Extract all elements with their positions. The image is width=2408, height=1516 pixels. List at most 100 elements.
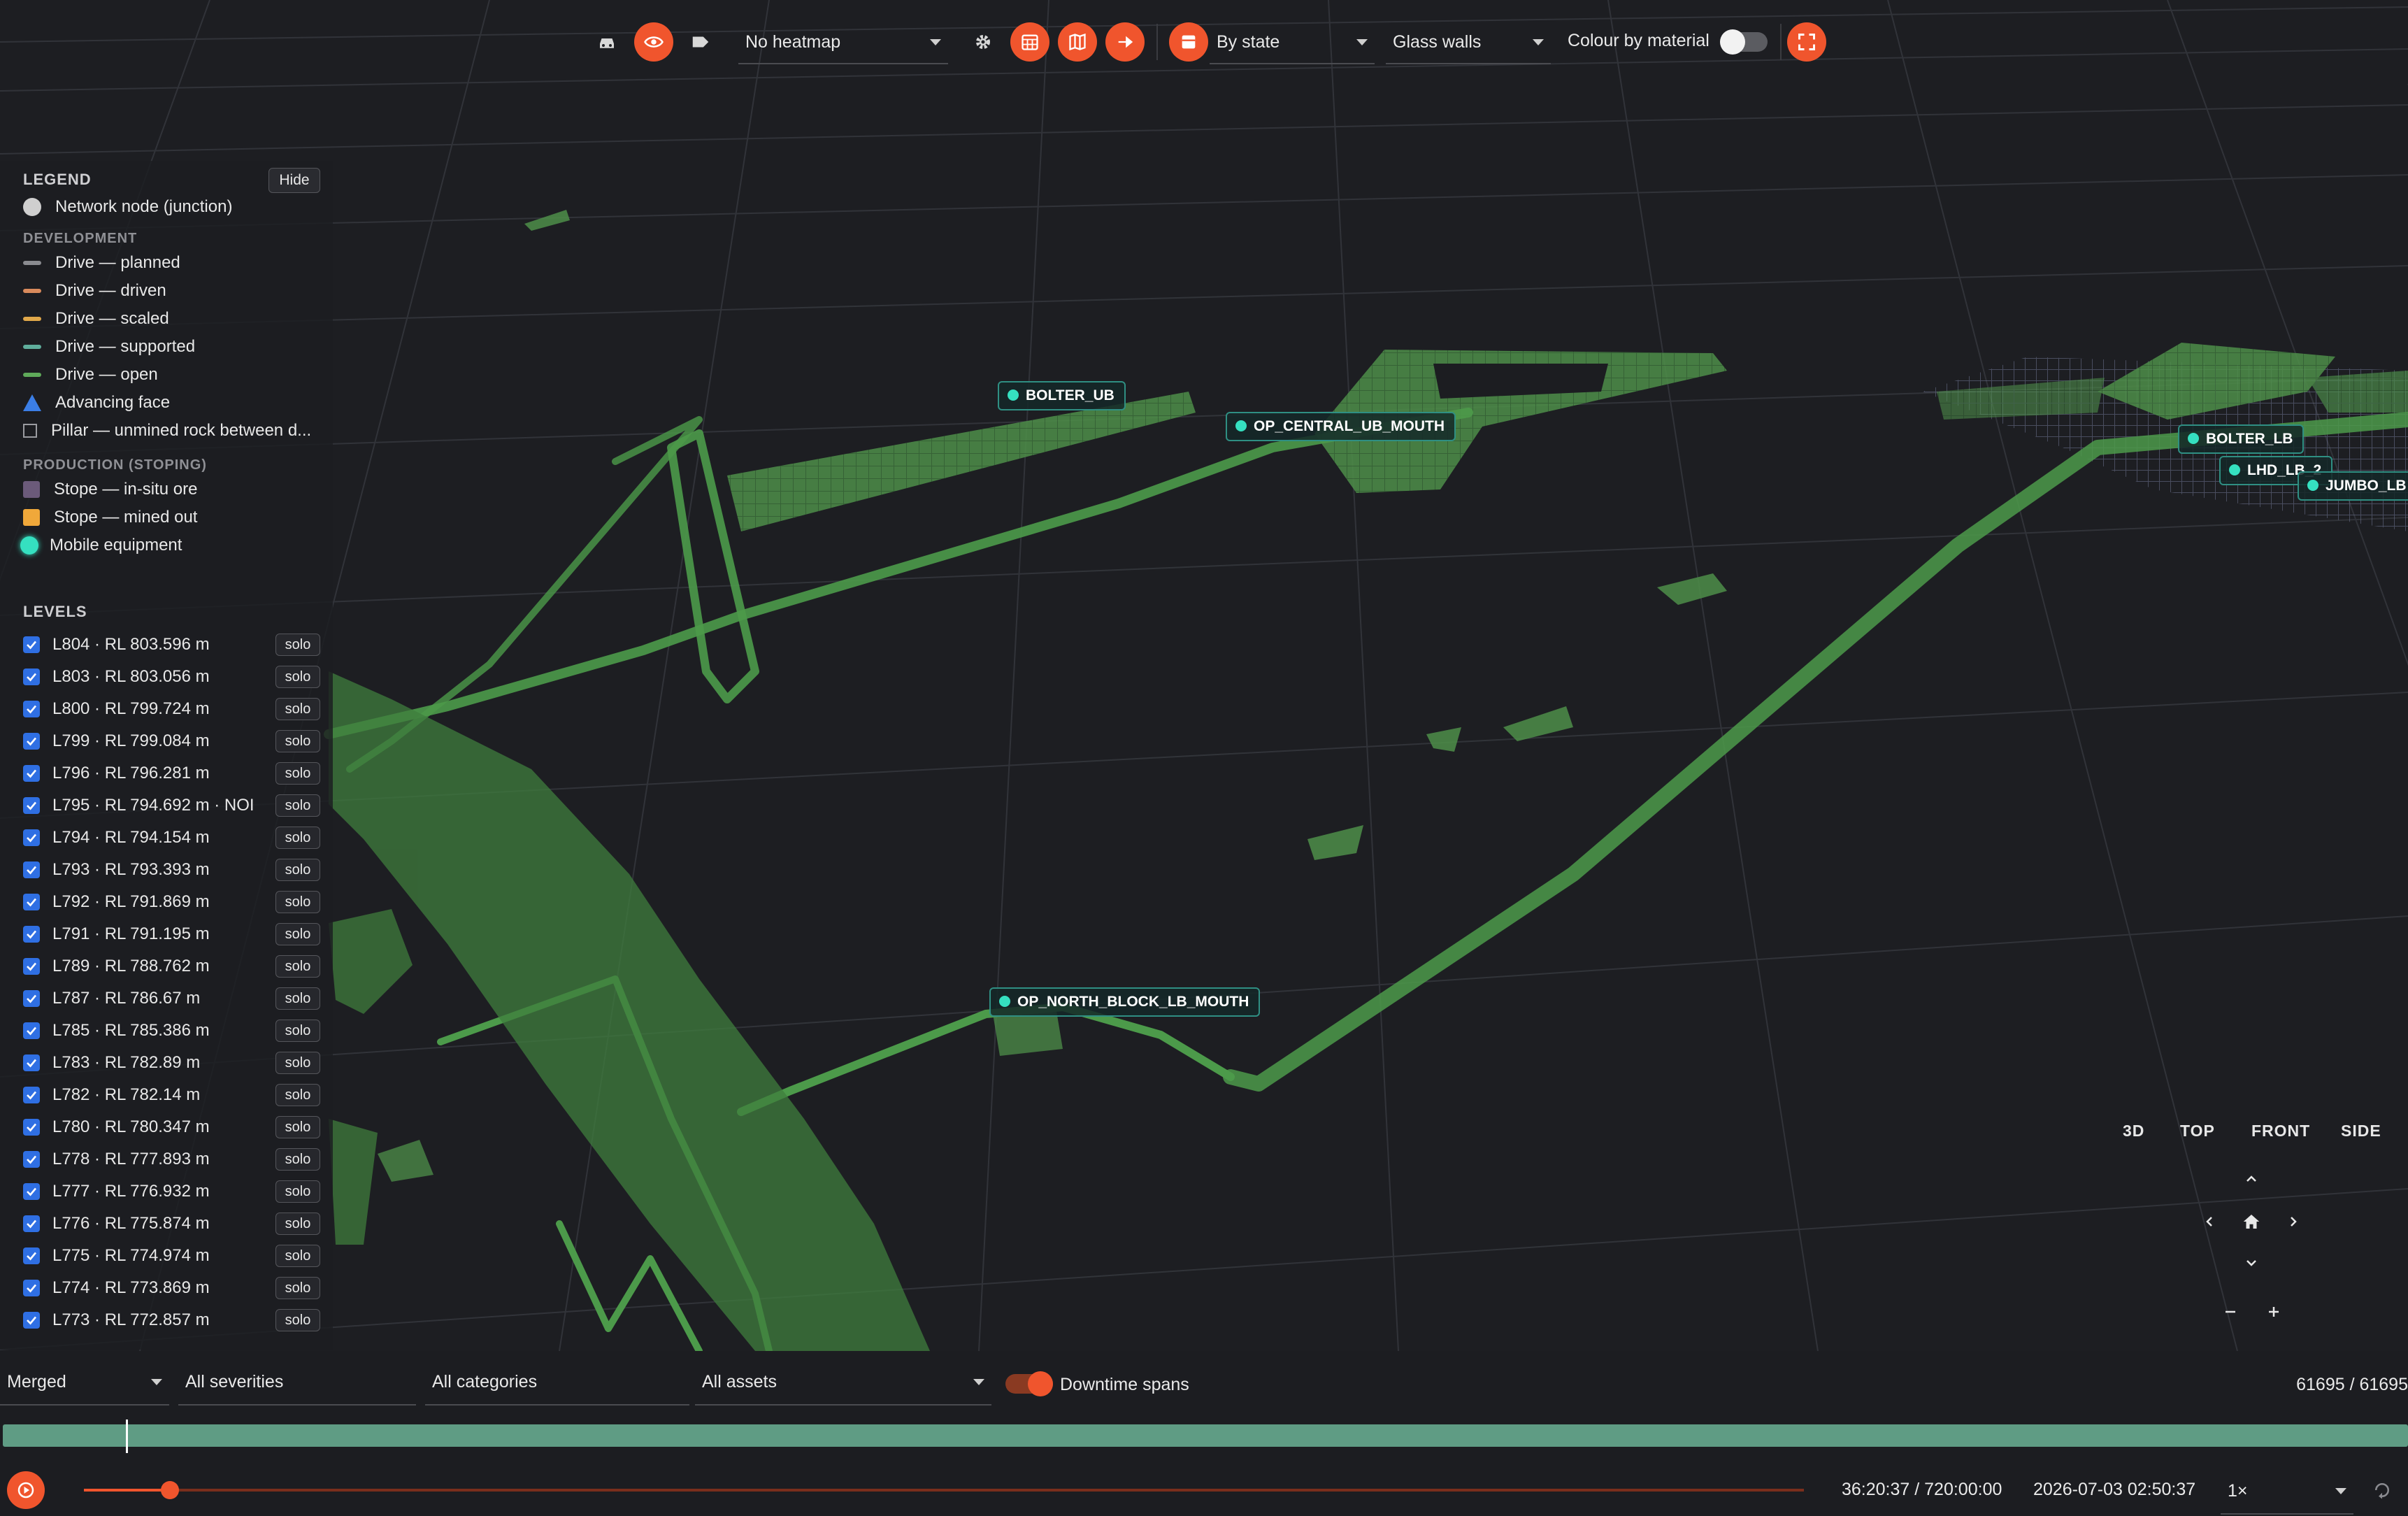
level-checkbox[interactable] xyxy=(23,861,40,878)
level-solo-button[interactable]: solo xyxy=(275,859,320,881)
equipment-tag-bolter-lb[interactable]: BOLTER_LB xyxy=(2178,424,2305,454)
level-checkbox[interactable] xyxy=(23,765,40,782)
heatmap-select[interactable]: No heatmap xyxy=(738,21,948,64)
level-checkbox[interactable] xyxy=(23,1312,40,1329)
downtime-spans-toggle[interactable] xyxy=(1005,1371,1053,1396)
level-solo-button[interactable]: solo xyxy=(275,1116,320,1138)
level-checkbox[interactable] xyxy=(23,636,40,653)
level-checkbox[interactable] xyxy=(23,668,40,685)
check-icon xyxy=(27,930,37,939)
mine-3d-viewport[interactable] xyxy=(0,0,2408,1351)
level-label: L791 · RL 791.195 m xyxy=(52,924,210,943)
loop-icon[interactable] xyxy=(2372,1480,2393,1501)
level-solo-button[interactable]: solo xyxy=(275,666,320,688)
equipment-tag-op-north[interactable]: OP_NORTH_BLOCK_LB_MOUTH xyxy=(989,987,1261,1017)
vehicle-icon[interactable] xyxy=(590,25,624,59)
level-checkbox[interactable] xyxy=(23,829,40,846)
check-icon xyxy=(27,641,37,650)
level-checkbox[interactable] xyxy=(23,990,40,1007)
check-icon xyxy=(27,1316,37,1325)
view-front-button[interactable]: FRONT xyxy=(2251,1122,2310,1140)
level-solo-button[interactable]: solo xyxy=(275,1052,320,1074)
level-checkbox[interactable] xyxy=(23,926,40,943)
event-density-track[interactable] xyxy=(3,1424,2408,1447)
visibility-toggle-button[interactable] xyxy=(634,22,673,62)
level-checkbox[interactable] xyxy=(23,701,40,717)
playback-speed-select[interactable]: 1× xyxy=(2221,1468,2353,1515)
equipment-tag-op-central[interactable]: OP_CENTRAL_UB_MOUTH xyxy=(1226,412,1456,441)
level-checkbox[interactable] xyxy=(23,958,40,975)
label-tag-icon[interactable] xyxy=(684,25,717,59)
level-solo-button[interactable]: solo xyxy=(275,987,320,1010)
downtime-spans-label: Downtime spans xyxy=(1060,1375,1189,1394)
merge-mode-select[interactable]: Merged xyxy=(0,1359,169,1406)
level-solo-button[interactable]: solo xyxy=(275,1245,320,1267)
level-solo-button[interactable]: solo xyxy=(275,1020,320,1042)
level-solo-button[interactable]: solo xyxy=(275,955,320,978)
play-icon xyxy=(17,1482,34,1499)
view-side-button[interactable]: SIDE xyxy=(2341,1122,2381,1140)
map-button[interactable] xyxy=(1058,22,1097,62)
playback-slider-track[interactable] xyxy=(84,1489,1804,1492)
level-label: L789 · RL 788.762 m xyxy=(52,957,210,975)
zoom-in-icon[interactable] xyxy=(2260,1298,2288,1326)
view-3d-button[interactable]: 3D xyxy=(2123,1122,2144,1140)
check-icon xyxy=(27,1187,37,1196)
chevron-down-icon xyxy=(151,1379,162,1385)
level-solo-button[interactable]: solo xyxy=(275,1084,320,1106)
gear-icon[interactable] xyxy=(966,25,1000,59)
level-checkbox[interactable] xyxy=(23,1022,40,1039)
walls-mode-value: Glass walls xyxy=(1393,31,1482,52)
level-checkbox[interactable] xyxy=(23,1151,40,1168)
level-checkbox[interactable] xyxy=(23,894,40,910)
level-solo-button[interactable]: solo xyxy=(275,1277,320,1299)
state-mode-button[interactable] xyxy=(1169,22,1208,62)
category-filter[interactable]: All categories xyxy=(425,1359,689,1406)
walls-mode-select[interactable]: Glass walls xyxy=(1386,21,1551,64)
assets-select[interactable]: All assets xyxy=(695,1359,991,1406)
level-solo-button[interactable]: solo xyxy=(275,827,320,849)
pointer-button[interactable] xyxy=(1105,22,1145,62)
level-solo-button[interactable]: solo xyxy=(275,1213,320,1235)
level-label: L800 · RL 799.724 m xyxy=(52,699,210,718)
pan-down-icon[interactable] xyxy=(2237,1249,2265,1277)
severity-filter[interactable]: All severities xyxy=(178,1359,416,1406)
home-icon[interactable] xyxy=(2237,1208,2265,1236)
line-swatch-icon xyxy=(23,373,41,377)
playback-slider-thumb[interactable] xyxy=(161,1481,179,1499)
level-checkbox[interactable] xyxy=(23,1183,40,1200)
state-mode-select[interactable]: By state xyxy=(1210,21,1375,64)
level-solo-button[interactable]: solo xyxy=(275,762,320,785)
play-button[interactable] xyxy=(7,1471,45,1509)
pan-right-icon[interactable] xyxy=(2279,1208,2307,1236)
level-solo-button[interactable]: solo xyxy=(275,730,320,752)
level-checkbox[interactable] xyxy=(23,1119,40,1136)
level-row: L799 · RL 799.084 m solo xyxy=(23,727,320,755)
colour-by-material-toggle[interactable] xyxy=(1720,29,1768,55)
level-checkbox[interactable] xyxy=(23,1215,40,1232)
level-solo-button[interactable]: solo xyxy=(275,794,320,817)
level-checkbox[interactable] xyxy=(23,1280,40,1296)
level-solo-button[interactable]: solo xyxy=(275,1309,320,1331)
legend-item-drive-driven: Drive — driven xyxy=(23,278,166,303)
equipment-tag-bolter-ub[interactable]: BOLTER_UB xyxy=(998,381,1126,410)
equipment-tag-jumbo-lb[interactable]: JUMBO_LB xyxy=(2298,471,2408,501)
level-checkbox[interactable] xyxy=(23,1054,40,1071)
level-solo-button[interactable]: solo xyxy=(275,698,320,720)
level-solo-button[interactable]: solo xyxy=(275,634,320,656)
level-checkbox[interactable] xyxy=(23,733,40,750)
zoom-out-icon[interactable] xyxy=(2216,1298,2244,1326)
level-solo-button[interactable]: solo xyxy=(275,923,320,945)
level-checkbox[interactable] xyxy=(23,1087,40,1103)
fullscreen-button[interactable] xyxy=(1787,22,1826,62)
hide-legend-button[interactable]: Hide xyxy=(268,168,320,193)
level-checkbox[interactable] xyxy=(23,797,40,814)
level-solo-button[interactable]: solo xyxy=(275,1148,320,1171)
pan-left-icon[interactable] xyxy=(2195,1208,2223,1236)
pan-up-icon[interactable] xyxy=(2237,1165,2265,1193)
level-solo-button[interactable]: solo xyxy=(275,1180,320,1203)
level-checkbox[interactable] xyxy=(23,1247,40,1264)
calendar-grid-button[interactable] xyxy=(1010,22,1049,62)
level-solo-button[interactable]: solo xyxy=(275,891,320,913)
view-top-button[interactable]: TOP xyxy=(2180,1122,2215,1140)
